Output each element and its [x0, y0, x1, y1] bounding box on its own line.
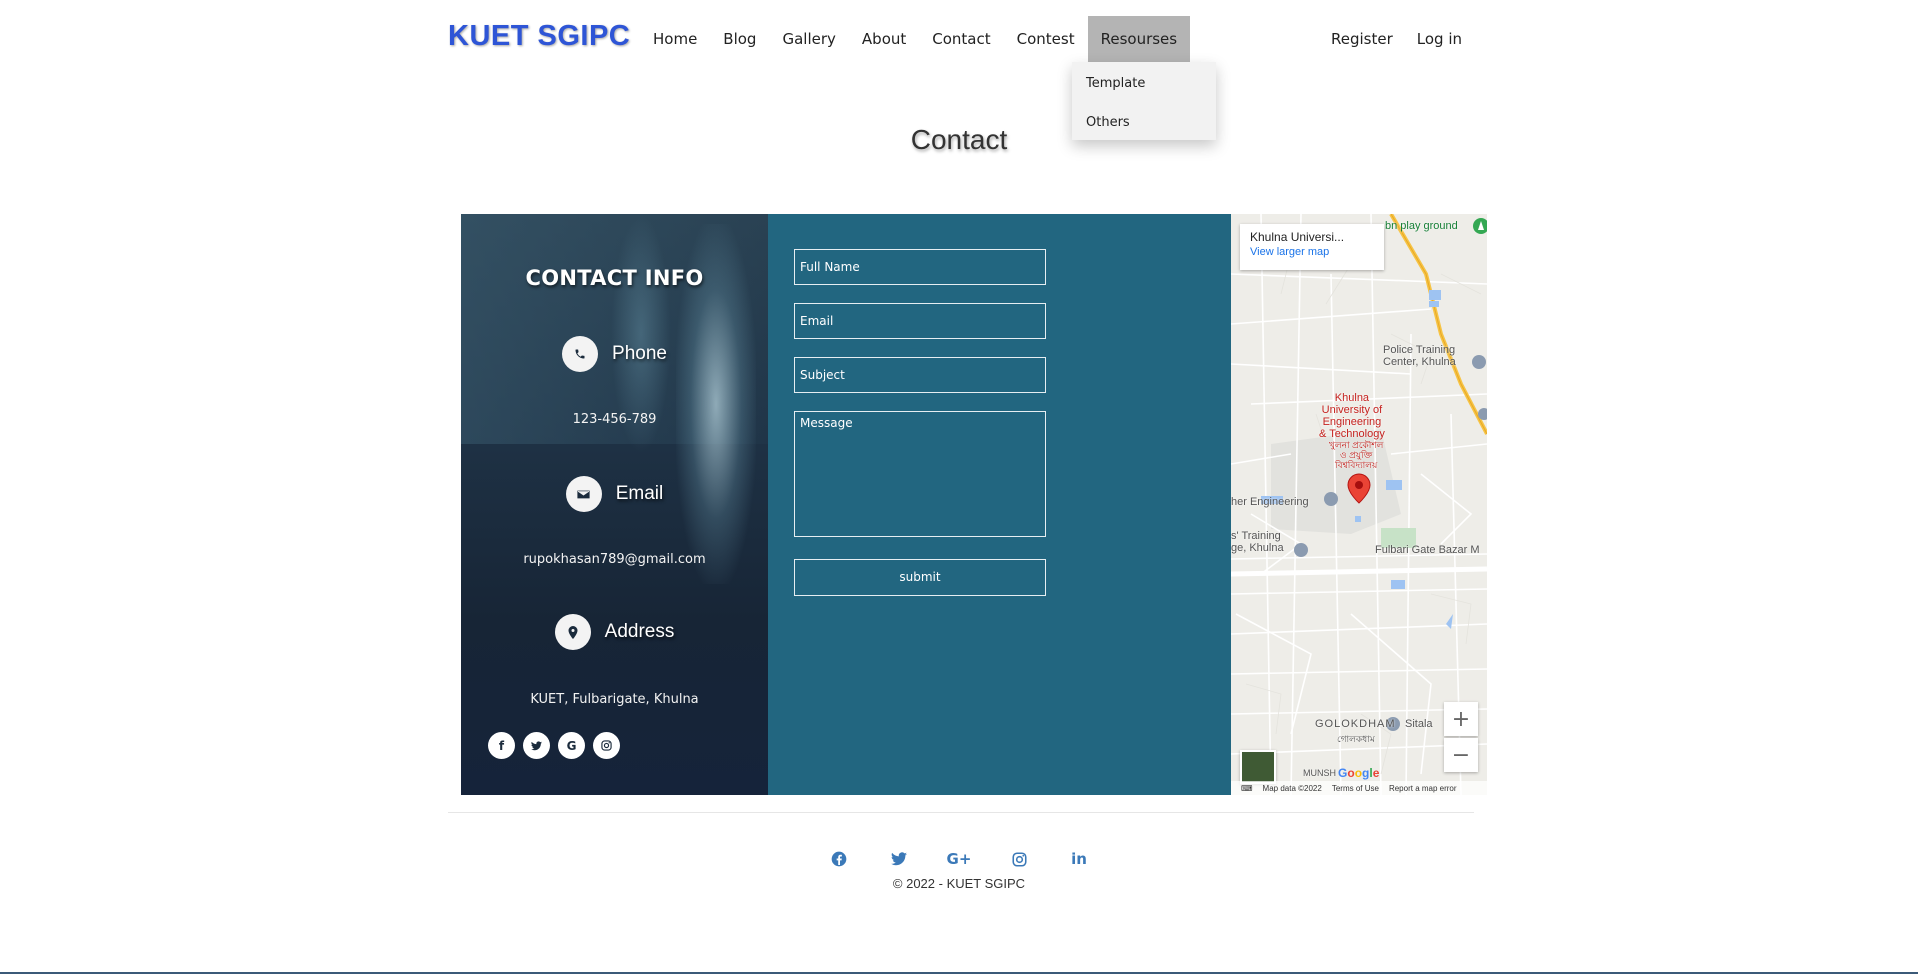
map-attribution: ⌨ Map data ©2022 Terms of Use Report a m…: [1231, 781, 1487, 795]
facebook-icon[interactable]: f: [488, 732, 515, 759]
view-larger-map-link[interactable]: View larger map: [1250, 246, 1374, 258]
page: KUET SGIPC Home Blog Gallery About Conta…: [0, 0, 1918, 974]
email-row: Email: [461, 476, 768, 512]
subject-input[interactable]: Subject: [794, 357, 1046, 393]
map-label-munsh: MUNSH: [1303, 768, 1336, 778]
map-label-engineering: her Engineering: [1231, 496, 1309, 508]
instagram-icon[interactable]: [593, 732, 620, 759]
map-label-golokdham: GOLOKDHAM: [1315, 718, 1396, 730]
nav-blog[interactable]: Blog: [710, 16, 769, 62]
email-label: Email: [615, 483, 664, 504]
register-link[interactable]: Register: [1319, 16, 1405, 62]
nav-about[interactable]: About: [849, 16, 919, 62]
brand-logo[interactable]: KUET SGIPC: [448, 20, 630, 53]
zoom-out-button[interactable]: −: [1444, 738, 1478, 772]
nav-gallery[interactable]: Gallery: [769, 16, 848, 62]
google-logo: Google: [1338, 766, 1380, 780]
phone-value: 123-456-789: [572, 412, 657, 427]
envelope-icon: [565, 476, 602, 512]
phone-label: Phone: [612, 343, 667, 364]
nav-resources[interactable]: Resourses: [1087, 16, 1191, 62]
address-value: KUET, Fulbarigate, Khulna: [530, 692, 699, 707]
contact-socials: f G: [488, 732, 628, 759]
google-plus-icon[interactable]: G+: [942, 846, 976, 872]
phone-icon: [562, 336, 599, 372]
page-title: Contact: [910, 124, 1008, 155]
contact-form: Full Name Email Subject Message submit: [768, 214, 1231, 795]
google-map[interactable]: Khulna Universi... View larger map bn pl…: [1231, 214, 1487, 795]
instagram-icon[interactable]: [1002, 846, 1036, 872]
nav-contest[interactable]: Contest: [1004, 16, 1088, 62]
nav-contact[interactable]: Contact: [919, 16, 1003, 62]
phone-row: Phone: [461, 336, 768, 372]
nav-links: Home Blog Gallery About Contact Contest …: [640, 16, 1191, 62]
full-name-input[interactable]: Full Name: [794, 249, 1046, 285]
message-textarea[interactable]: Message: [794, 411, 1046, 537]
facebook-icon[interactable]: [822, 846, 856, 872]
terms-link[interactable]: Terms of Use: [1332, 784, 1379, 793]
address-label: Address: [604, 621, 675, 642]
map-label-police: Police Training Center, Khulna: [1383, 344, 1456, 368]
google-icon[interactable]: G: [558, 732, 585, 759]
contact-section: CONTACT INFO Phone 123-456-789 Email rup…: [461, 214, 1487, 795]
map-label-kuet: Khulna University of Engineering & Techn…: [1319, 392, 1385, 440]
keyboard-icon[interactable]: ⌨: [1241, 784, 1253, 793]
email-value: rupokhasan789@gmail.com: [523, 552, 706, 567]
map-label-playground: bn play ground: [1385, 220, 1458, 232]
map-data-text: Map data ©2022: [1262, 783, 1322, 793]
copyright: © 2022 - KUET SGIPC: [892, 876, 1026, 891]
dropdown-template[interactable]: Template: [1072, 68, 1216, 107]
nav-auth: Register Log in: [1319, 16, 1474, 62]
map-label-training: s' Training ge, Khulna: [1231, 530, 1284, 554]
map-label-sitala: Sitala: [1405, 718, 1433, 730]
map-label-kuet-bn: খুলনা প্রকৌশল ও প্রযুক্তি বিশ্ববিদ্যালয়: [1329, 440, 1384, 470]
twitter-icon[interactable]: [523, 732, 550, 759]
navbar: KUET SGIPC Home Blog Gallery About Conta…: [448, 16, 1474, 62]
footer-divider: [448, 812, 1474, 813]
zoom-in-button[interactable]: +: [1444, 702, 1478, 736]
twitter-icon[interactable]: [882, 846, 916, 872]
footer-socials: G+ in: [0, 846, 1918, 872]
map-label-golokdham-bn: গোলকধাম: [1337, 734, 1375, 744]
map-place-name: Khulna Universi...: [1250, 230, 1345, 244]
submit-button[interactable]: submit: [794, 559, 1046, 596]
linkedin-icon[interactable]: in: [1062, 846, 1096, 872]
report-error-link[interactable]: Report a map error: [1389, 784, 1457, 793]
contact-info-panel: CONTACT INFO Phone 123-456-789 Email rup…: [461, 214, 768, 795]
address-row: Address: [461, 614, 768, 650]
email-input[interactable]: Email: [794, 303, 1046, 339]
contact-info-title: CONTACT INFO: [525, 266, 704, 290]
map-label-fulbari: Fulbari Gate Bazar M: [1375, 544, 1480, 556]
satellite-toggle[interactable]: [1240, 750, 1276, 784]
nav-home[interactable]: Home: [640, 16, 710, 62]
map-place-card: Khulna Universi... View larger map: [1240, 224, 1384, 270]
map-pin-icon: [554, 614, 591, 650]
login-link[interactable]: Log in: [1405, 16, 1474, 62]
